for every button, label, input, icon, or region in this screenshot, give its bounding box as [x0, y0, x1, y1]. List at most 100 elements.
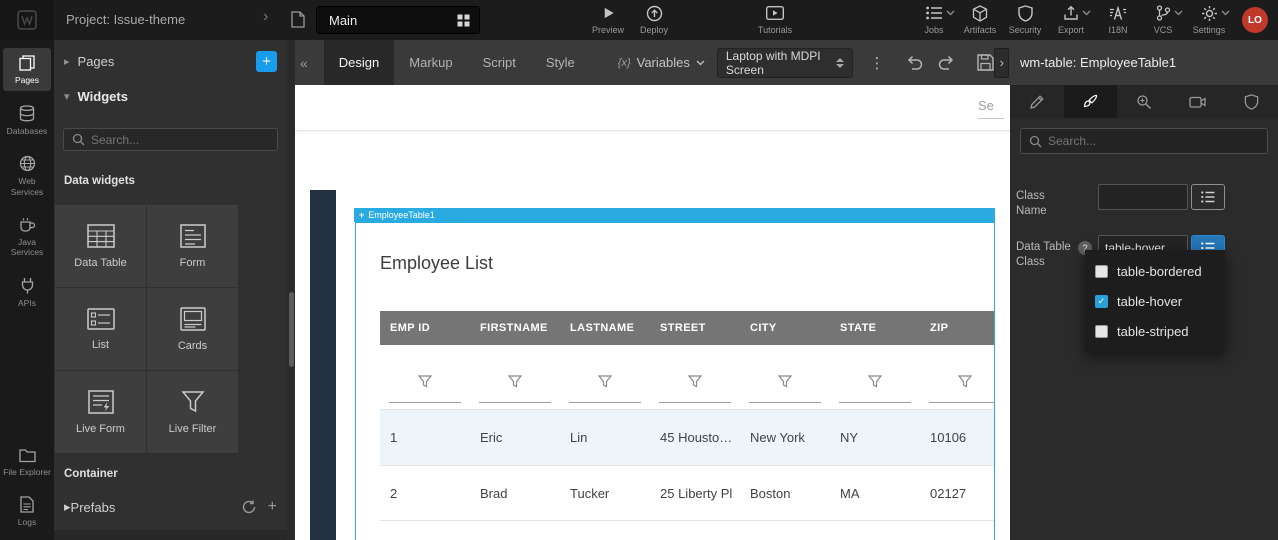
vcs-menu[interactable]: VCS [1139, 4, 1187, 35]
widget-card-form[interactable]: Form [147, 205, 238, 287]
tab-design[interactable]: Design [324, 40, 394, 85]
filter-funnel-icon[interactable] [868, 375, 882, 409]
filter-funnel-icon[interactable] [778, 375, 792, 409]
rail-item-logs[interactable]: Logs [3, 489, 51, 533]
option-table-hover[interactable]: ✓ table-hover [1085, 286, 1225, 316]
deploy-button[interactable]: Deploy [630, 4, 678, 35]
filter-funnel-icon[interactable] [598, 375, 612, 409]
tab-security[interactable] [1224, 85, 1278, 118]
column-header-lastname[interactable]: LASTNAME [560, 311, 650, 345]
rail-item-databases[interactable]: Databases [3, 98, 51, 142]
add-prefab-icon[interactable]: + [268, 499, 277, 515]
page-left-nav[interactable] [310, 190, 336, 540]
filter-cell[interactable] [650, 345, 740, 409]
filter-cell[interactable] [560, 345, 650, 409]
jobs-menu[interactable]: Jobs [910, 4, 958, 35]
refresh-icon[interactable] [242, 500, 256, 514]
tab-markup-edit[interactable] [1010, 85, 1064, 118]
filter-cell[interactable] [470, 345, 560, 409]
i18n-button[interactable]: I18N [1094, 4, 1142, 35]
app-logo[interactable] [0, 0, 54, 40]
container-section-label: Container [64, 468, 287, 480]
prefabs-section-header[interactable]: ▸ Prefabs + [54, 492, 287, 522]
widgets-section-header[interactable]: ▾ Widgets [54, 82, 287, 110]
filter-input[interactable] [389, 402, 461, 403]
employee-table-widget[interactable]: Employee List EMP ID FIRSTNAME LASTNAME … [355, 222, 995, 540]
rail-item-apis[interactable]: APIs [3, 270, 51, 314]
rail-item-java-services[interactable]: Java Services [3, 210, 51, 263]
tab-styles[interactable] [1064, 85, 1118, 118]
device-selector[interactable]: Laptop with MDPI Screen [717, 48, 854, 78]
user-avatar[interactable]: LO [1242, 7, 1268, 33]
pages-section-header[interactable]: ▸ Pages + [54, 40, 287, 82]
class-name-input[interactable] [1098, 184, 1188, 210]
page-search-input[interactable]: Se [978, 98, 1004, 119]
data-table-class-label: Data Table Class [1016, 235, 1078, 270]
tab-markup[interactable]: Markup [394, 40, 467, 85]
table-row[interactable]: 1 Eric Lin 45 Housto… New York NY 10106 [380, 409, 995, 465]
artifacts-button[interactable]: Artifacts [956, 4, 1004, 35]
rail-item-pages[interactable]: Pages [3, 48, 51, 91]
filter-input[interactable] [929, 402, 995, 403]
table-row[interactable]: 2 Brad Tucker 25 Liberty Pl Boston MA 02… [380, 465, 995, 521]
option-table-striped[interactable]: ✓ table-striped [1085, 316, 1225, 346]
rail-item-web-services[interactable]: Web Services [3, 148, 51, 202]
widget-search-input[interactable] [91, 133, 269, 147]
filter-cell[interactable] [920, 345, 995, 409]
filter-input[interactable] [569, 402, 641, 403]
checkbox[interactable]: ✓ [1095, 295, 1108, 308]
tab-script[interactable]: Script [468, 40, 531, 85]
filter-input[interactable] [749, 402, 821, 403]
class-name-picker-button[interactable] [1191, 184, 1225, 210]
checkbox[interactable]: ✓ [1095, 325, 1108, 338]
redo-button[interactable] [937, 55, 955, 70]
tab-style[interactable]: Style [531, 40, 590, 85]
rail-item-file-explorer[interactable]: File Explorer [3, 441, 51, 483]
filter-funnel-icon[interactable] [688, 375, 702, 409]
stepper-icon [836, 58, 844, 68]
tab-inspect[interactable] [1117, 85, 1171, 118]
column-header-city[interactable]: CITY [740, 311, 830, 345]
page-grid-icon[interactable] [457, 14, 470, 27]
checkbox[interactable]: ✓ [1095, 265, 1108, 278]
undo-button[interactable] [906, 55, 924, 70]
tutorials-button[interactable]: Tutorials [751, 4, 799, 35]
widget-card-data-table[interactable]: Data Table [55, 205, 146, 287]
variables-button[interactable]: {x} Variables [618, 55, 705, 70]
filter-cell[interactable] [830, 345, 920, 409]
collapse-left-panel-icon[interactable]: « [300, 55, 308, 71]
preview-button[interactable]: Preview [584, 4, 632, 35]
column-header-state[interactable]: STATE [830, 311, 920, 345]
widget-selection-bar[interactable]: + EmployeeTable1 [354, 208, 995, 222]
save-button[interactable] [977, 54, 994, 71]
expand-right-panel-handle[interactable]: › [994, 48, 1009, 78]
filter-input[interactable] [479, 402, 551, 403]
filter-funnel-icon[interactable] [958, 375, 972, 409]
add-page-button[interactable]: + [256, 51, 277, 72]
widget-card-live-filter[interactable]: Live Filter [147, 371, 238, 453]
widget-card-cards[interactable]: Cards [147, 288, 238, 370]
design-canvas[interactable]: Se + EmployeeTable1 Employee List EMP ID… [295, 85, 1010, 540]
option-table-bordered[interactable]: ✓ table-bordered [1085, 256, 1225, 286]
panel-scrollbar[interactable] [287, 40, 295, 540]
column-header-firstname[interactable]: FIRSTNAME [470, 311, 560, 345]
column-header-street[interactable]: STREET [650, 311, 740, 345]
tab-media[interactable] [1171, 85, 1225, 118]
filter-cell[interactable] [380, 345, 470, 409]
page-selector[interactable]: Main [316, 6, 480, 34]
settings-menu[interactable]: Settings [1185, 4, 1233, 35]
filter-input[interactable] [839, 402, 911, 403]
overflow-menu-icon[interactable]: ⋮ [869, 54, 884, 72]
column-header-zip[interactable]: ZIP [920, 311, 995, 345]
column-header-empid[interactable]: EMP ID [380, 311, 470, 345]
filter-funnel-icon[interactable] [508, 375, 522, 409]
property-search-input[interactable] [1048, 134, 1259, 148]
filter-cell[interactable] [740, 345, 830, 409]
widget-card-live-form[interactable]: Live Form [55, 371, 146, 453]
scrollbar-thumb[interactable] [289, 292, 294, 367]
export-menu[interactable]: Export [1047, 4, 1095, 35]
security-button[interactable]: Security [1001, 4, 1049, 35]
filter-funnel-icon[interactable] [418, 375, 432, 409]
filter-input[interactable] [659, 402, 731, 403]
widget-card-list[interactable]: List [55, 288, 146, 370]
